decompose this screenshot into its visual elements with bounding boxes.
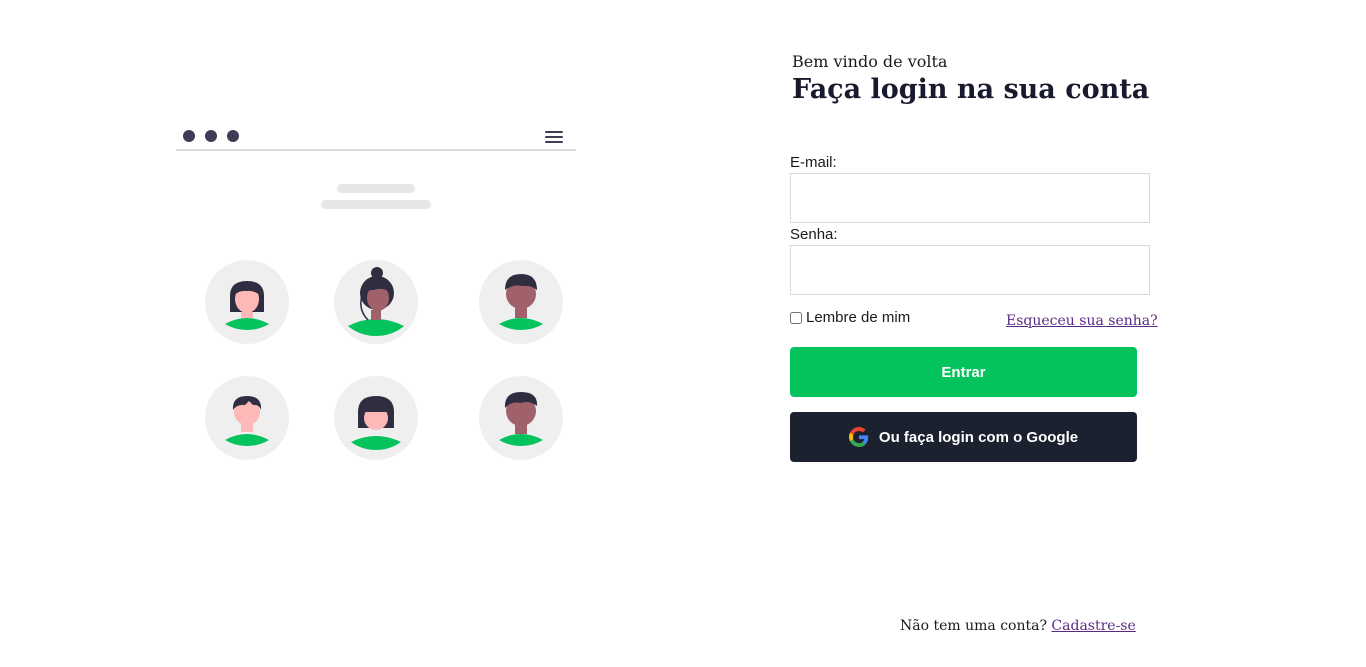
window-dot-icon bbox=[205, 130, 217, 142]
hamburger-menu-icon bbox=[545, 131, 563, 146]
google-logo-icon bbox=[848, 427, 869, 447]
email-label: E-mail: bbox=[790, 154, 837, 171]
window-dot-icon bbox=[183, 130, 195, 142]
google-login-button[interactable]: Ou faça login com o Google bbox=[790, 412, 1137, 462]
remember-me: Lembre de mim bbox=[790, 309, 910, 326]
window-dots bbox=[183, 130, 239, 142]
placeholder-bar bbox=[321, 200, 431, 209]
avatar-man-side-icon bbox=[479, 376, 563, 460]
avatar-man-parted-icon bbox=[205, 376, 289, 460]
login-button[interactable]: Entrar bbox=[790, 347, 1137, 397]
signup-link[interactable]: Cadastre-se bbox=[1051, 618, 1135, 634]
email-field[interactable] bbox=[790, 173, 1150, 223]
login-illustration bbox=[176, 120, 576, 470]
google-login-label: Ou faça login com o Google bbox=[878, 428, 1079, 446]
avatar-woman-bangs-icon bbox=[334, 376, 418, 460]
placeholder-bar bbox=[337, 184, 415, 193]
password-label: Senha: bbox=[790, 226, 838, 243]
welcome-text: Bem vindo de volta bbox=[792, 52, 948, 71]
illustration-divider bbox=[176, 149, 576, 151]
signup-prompt: Não tem uma conta? Cadastre-se bbox=[900, 618, 1136, 634]
avatar-woman-bun-icon bbox=[334, 260, 418, 344]
avatar-man-short-icon bbox=[479, 260, 563, 344]
remember-me-checkbox[interactable] bbox=[790, 311, 802, 324]
remember-me-label: Lembre de mim bbox=[806, 309, 911, 326]
avatar-woman-bob-icon bbox=[205, 260, 289, 344]
no-account-text: Não tem uma conta? bbox=[900, 618, 1047, 634]
page-title: Faça login na sua conta bbox=[792, 74, 1150, 105]
password-field[interactable] bbox=[790, 245, 1150, 295]
window-dot-icon bbox=[227, 130, 239, 142]
forgot-password-link[interactable]: Esqueceu sua senha? bbox=[1006, 313, 1158, 329]
